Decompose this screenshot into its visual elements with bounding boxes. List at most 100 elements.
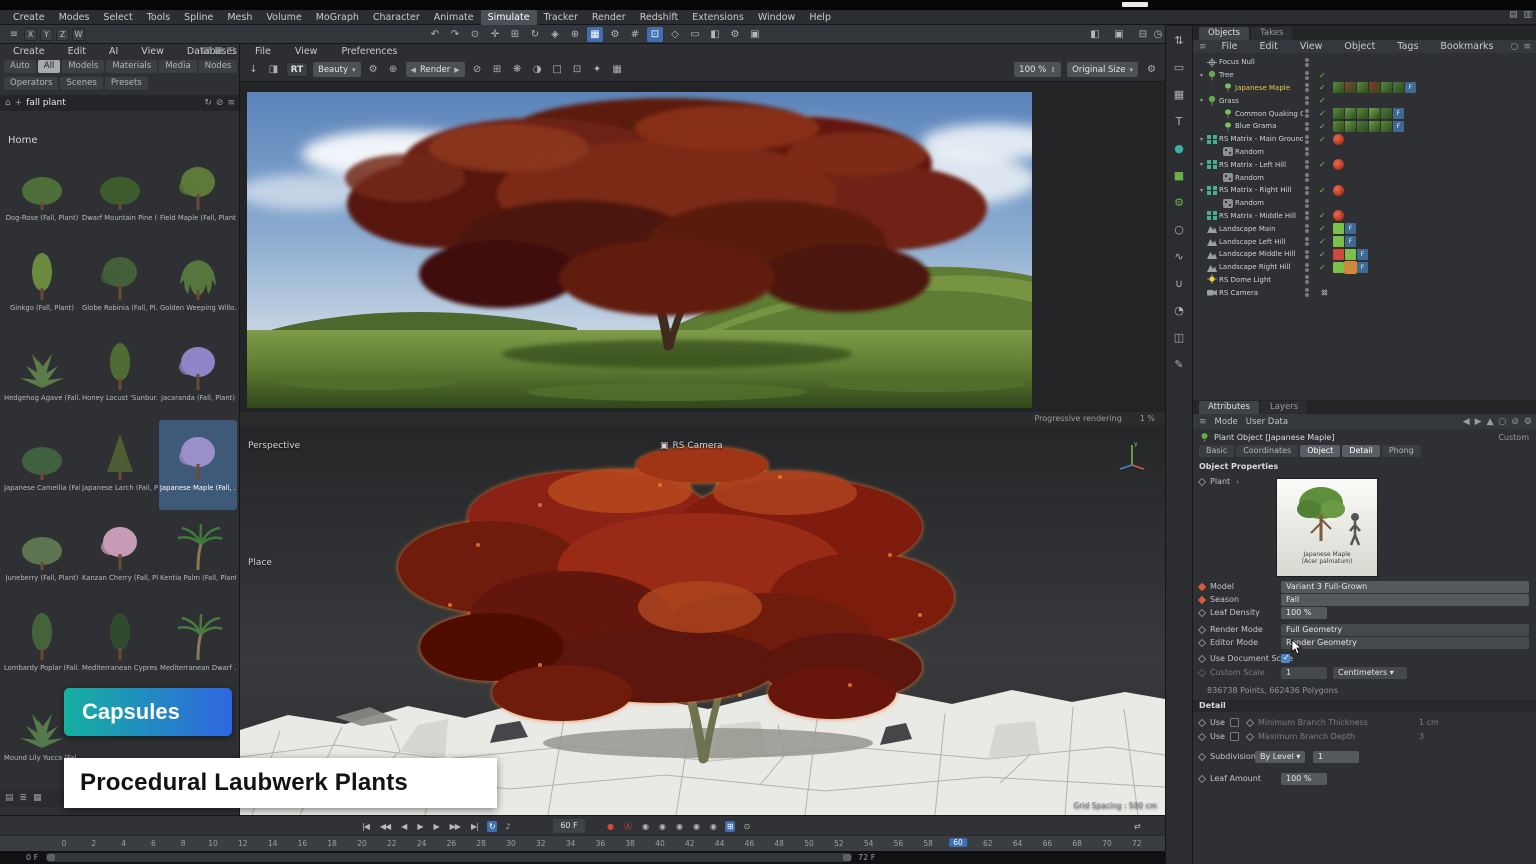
filter-icon[interactable]: ≡ — [1523, 42, 1531, 52]
material-thumb-icon[interactable] — [1381, 108, 1392, 119]
next-frame-icon[interactable]: ▶ — [431, 821, 440, 832]
axis-lock-x-button[interactable]: X — [24, 28, 37, 41]
asset-item-dog-rose-fall-plant[interactable]: Dog-Rose (Fall, Plant) — [3, 150, 81, 240]
frame-tick-50[interactable]: 50 — [804, 839, 814, 848]
channels-icon[interactable]: ◑ — [530, 64, 545, 75]
menu-item-mesh[interactable]: Mesh — [220, 10, 259, 25]
next-key-icon[interactable]: ▶▶ — [448, 821, 462, 832]
category-tab-operators[interactable]: Operators — [4, 77, 58, 90]
search-input[interactable]: fall plant — [26, 98, 66, 108]
frame-tick-22[interactable]: 22 — [387, 839, 397, 848]
frame-tick-48[interactable]: 48 — [774, 839, 784, 848]
object-row-tree[interactable]: ▾Tree✓ — [1193, 69, 1536, 82]
min-branch-use-checkbox[interactable] — [1230, 718, 1239, 727]
expand-arrow-icon[interactable]: ▾ — [1197, 97, 1206, 104]
gear-icon[interactable]: ⚙ — [1524, 417, 1532, 427]
visibility-dots[interactable] — [1305, 199, 1309, 208]
modeling-axis-icon[interactable]: ◇ — [667, 27, 683, 42]
enabled-check-icon[interactable]: ✓ — [1319, 96, 1326, 105]
expand-arrow-icon[interactable]: ▾ — [1197, 72, 1206, 79]
frame-tick-40[interactable]: 40 — [655, 839, 665, 848]
frame-tick-0[interactable]: 0 — [62, 839, 67, 848]
view-panel-icon[interactable]: ▭ — [1170, 59, 1188, 76]
render-settings-icon[interactable]: ⚙ — [1144, 64, 1159, 75]
object-row-landscape-left-hill[interactable]: Landscape Left Hill✓F — [1193, 235, 1536, 248]
key-rotation-icon[interactable]: ◉ — [674, 821, 684, 832]
fullscreen-icon[interactable]: ⊡ — [570, 64, 585, 75]
asset-item-mediterranean-cypres[interactable]: Mediterranean Cypres... — [81, 600, 159, 690]
visibility-dots[interactable] — [1305, 109, 1309, 118]
om-menu-object[interactable]: Object — [1337, 39, 1382, 54]
enabled-check-icon[interactable]: ✓ — [1319, 250, 1326, 259]
user-data-button[interactable]: User Data — [1246, 417, 1288, 427]
object-row-rs-matrix-main-ground[interactable]: ▾RS Matrix - Main Ground✓ — [1193, 133, 1536, 146]
axis-lock-y-button[interactable]: Y — [40, 28, 53, 41]
custom-button[interactable]: Custom — [1498, 433, 1529, 442]
object-row-rs-matrix-middle-hill[interactable]: RS Matrix - Middle Hill✓ — [1193, 210, 1536, 223]
autokey-icon[interactable]: Ⓐ — [622, 820, 633, 833]
asset-item-ginkgo-fall-plant[interactable]: Ginkgo (Fall, Plant) — [3, 240, 81, 330]
material-thumb-icon[interactable] — [1345, 121, 1356, 132]
sound-icon[interactable]: ♪ — [504, 821, 512, 832]
fields-icon[interactable]: ⚙ — [1170, 194, 1188, 211]
lock-icon[interactable]: ⊘ — [216, 98, 224, 108]
render-gear-icon[interactable]: ⚙ — [366, 64, 381, 75]
visibility-dots[interactable] — [1305, 224, 1309, 233]
size-dropdown[interactable]: Original Size▾ — [1067, 62, 1138, 77]
menu-item-tracker[interactable]: Tracker — [537, 10, 585, 25]
attr-tab-detail[interactable]: Detail — [1342, 445, 1380, 457]
material-thumb-icon[interactable] — [1333, 108, 1344, 119]
current-frame-field[interactable]: 60 F — [553, 819, 585, 833]
visibility-dots[interactable] — [1305, 173, 1309, 182]
render-view-icon[interactable]: ◧ — [707, 27, 723, 42]
tab-attributes[interactable]: Attributes — [1199, 401, 1259, 414]
timeline-options-icon[interactable]: ⇄ — [1132, 821, 1142, 832]
leaf-density-field[interactable]: 100 % — [1281, 607, 1327, 619]
render-view-menu-file[interactable]: File — [248, 44, 278, 59]
visibility-dots[interactable] — [1305, 250, 1309, 259]
volume-icon[interactable]: ■ — [1170, 167, 1188, 184]
layout-icon[interactable]: ▤ — [1509, 10, 1518, 20]
rt-button[interactable]: RT — [286, 62, 308, 77]
pen-icon[interactable]: ✎ — [1170, 356, 1188, 373]
enabled-check-icon[interactable]: ✓ — [1319, 160, 1326, 169]
menu-item-extensions[interactable]: Extensions — [685, 10, 751, 25]
previous-frame-icon[interactable]: ◀ — [399, 821, 408, 832]
field-tag-icon[interactable]: F — [1345, 223, 1356, 234]
enabled-check-icon[interactable]: ✓ — [1319, 211, 1326, 220]
magnify-icon[interactable]: ⊕ — [386, 64, 401, 75]
material-thumb-icon[interactable] — [1381, 121, 1392, 132]
frame-tick-24[interactable]: 24 — [417, 839, 427, 848]
material-thumb-icon[interactable] — [1357, 82, 1368, 93]
menu-item-mograph[interactable]: MoGraph — [309, 10, 366, 25]
menu-item-render[interactable]: Render — [585, 10, 633, 25]
asset-menu-ai[interactable]: AI — [102, 44, 125, 59]
field-tag-icon[interactable]: F — [1393, 108, 1404, 119]
add-icon[interactable]: + — [15, 98, 23, 108]
object-row-landscape-main[interactable]: Landscape Main✓F — [1193, 222, 1536, 235]
frame-tick-46[interactable]: 46 — [745, 839, 755, 848]
loop-icon[interactable]: ↻ — [487, 821, 497, 832]
enabled-check-icon[interactable]: ✓ — [1319, 224, 1326, 233]
asset-menu-create[interactable]: Create — [6, 44, 52, 59]
camera-label[interactable]: ▣RS Camera — [660, 441, 723, 451]
object-row-rs-matrix-left-hill[interactable]: ▾RS Matrix - Left Hill✓ — [1193, 158, 1536, 171]
viewport-label[interactable]: Perspective — [248, 441, 300, 451]
visibility-dots[interactable] — [1305, 186, 1309, 195]
frame-tick-60[interactable]: 60 — [949, 838, 967, 847]
object-row-rs-matrix-right-hill[interactable]: ▾RS Matrix - Right Hill✓ — [1193, 184, 1536, 197]
visibility-dots[interactable] — [1305, 263, 1309, 272]
frame-tick-12[interactable]: 12 — [238, 839, 248, 848]
key-parameter-icon[interactable]: ◉ — [691, 821, 701, 832]
up-icon[interactable]: ▲ — [1487, 417, 1494, 427]
attr-tab-basic[interactable]: Basic — [1199, 445, 1234, 457]
material-tag-icon[interactable] — [1333, 210, 1344, 221]
asset-item-kanzan-cherry-fall-pl[interactable]: Kanzan Cherry (Fall, Pl... — [81, 510, 159, 600]
key-position-icon[interactable]: ◉ — [640, 821, 650, 832]
filter-tab-nodes[interactable]: Nodes — [199, 60, 238, 73]
use-document-scale-checkbox[interactable] — [1281, 654, 1290, 663]
redshift-icon[interactable]: ● — [1170, 140, 1188, 157]
object-row-random[interactable]: Random — [1193, 197, 1536, 210]
frame-tick-58[interactable]: 58 — [923, 839, 933, 848]
menu-item-character[interactable]: Character — [366, 10, 427, 25]
